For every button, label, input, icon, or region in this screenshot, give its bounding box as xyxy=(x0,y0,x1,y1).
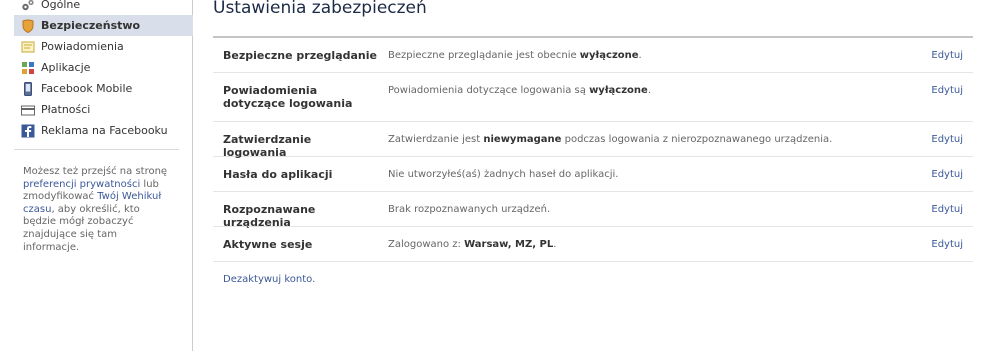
desc-text: Brak rozpoznawanych urządzeń. xyxy=(388,204,551,215)
edit-login-notifications-link[interactable]: Edytuj xyxy=(931,84,963,97)
settings-sidebar: Ogólne Bezpieczeństwo Powiadomienia Apli… xyxy=(0,0,193,351)
payments-icon xyxy=(21,103,35,117)
setting-label: Bezpieczne przeglądanie xyxy=(223,49,377,62)
desc-text: Zatwierdzanie jest xyxy=(388,134,484,145)
sidebar-item-label: Aplikacje xyxy=(41,61,91,74)
setting-label: Aktywne sesje xyxy=(223,238,313,251)
desc-status: niewymagane xyxy=(483,134,562,145)
sidebar-item-label: Ogólne xyxy=(41,0,81,11)
setting-row-secure-browsing: Bezpieczne przeglądanie Bezpieczne przeg… xyxy=(213,38,973,73)
setting-label: Powiadomienia dotyczące logowania xyxy=(223,84,353,110)
setting-description: Powiadomienia dotyczące logowania są wył… xyxy=(388,84,651,97)
setting-description: Zalogowano z: Warsaw, MZ, PL. xyxy=(388,238,556,251)
security-settings-page: Ogólne Bezpieczeństwo Powiadomienia Apli… xyxy=(0,0,993,351)
sidebar-item-label: Facebook Mobile xyxy=(41,82,133,95)
sidebar-privacy-note: Możesz też przejść na stronę preferencji… xyxy=(23,166,173,254)
desc-text: Zalogowano z: xyxy=(388,239,465,250)
setting-row-active-sessions: Aktywne sesje Zalogowano z: Warsaw, MZ, … xyxy=(213,227,973,262)
sidebar-item-facebook-ads[interactable]: Reklama na Facebooku xyxy=(14,120,193,141)
security-settings-table: Bezpieczne przeglądanie Bezpieczne przeg… xyxy=(213,36,973,262)
edit-secure-browsing-link[interactable]: Edytuj xyxy=(931,49,963,62)
setting-row-login-approvals: Zatwierdzanie logowania Zatwierdzanie je… xyxy=(213,122,973,159)
apps-icon xyxy=(21,61,35,75)
gears-icon xyxy=(21,0,35,12)
sidebar-item-facebook-mobile[interactable]: Facebook Mobile xyxy=(14,78,193,99)
setting-description: Bezpieczne przeglądanie jest obecnie wył… xyxy=(388,49,642,62)
desc-status: Warsaw, MZ, PL xyxy=(464,239,554,250)
desc-text: . xyxy=(553,239,557,250)
facebook-ads-icon xyxy=(21,124,35,138)
setting-description: Nie utworzyłeś(aś) żadnych haseł do apli… xyxy=(388,168,618,181)
privacy-preferences-link[interactable]: preferencji prywatności xyxy=(23,179,140,190)
setting-label: Hasła do aplikacji xyxy=(223,168,333,181)
mobile-phone-icon xyxy=(21,81,35,96)
notification-icon xyxy=(21,40,35,54)
edit-active-sessions-link[interactable]: Edytuj xyxy=(931,238,963,251)
deactivate-account-link[interactable]: Dezaktywuj konto. xyxy=(223,274,315,285)
desc-text: Nie utworzyłeś(aś) żadnych haseł do apli… xyxy=(388,169,619,180)
desc-text: . xyxy=(638,50,642,61)
desc-text: Bezpieczne przeglądanie jest obecnie xyxy=(388,50,580,61)
sidebar-item-label: Powiadomienia xyxy=(41,40,124,53)
edit-recognized-devices-link[interactable]: Edytuj xyxy=(931,203,963,216)
sidebar-item-apps[interactable]: Aplikacje xyxy=(14,57,193,78)
settings-nav: Ogólne Bezpieczeństwo Powiadomienia Apli… xyxy=(14,0,193,141)
setting-label: Zatwierdzanie logowania xyxy=(223,133,312,159)
edit-login-approvals-link[interactable]: Edytuj xyxy=(931,133,963,146)
sidebar-divider xyxy=(14,149,179,150)
sidebar-item-notifications[interactable]: Powiadomienia xyxy=(14,36,193,57)
edit-app-passwords-link[interactable]: Edytuj xyxy=(931,168,963,181)
desc-status: wyłączone xyxy=(589,85,648,96)
setting-row-recognized-devices: Rozpoznawane urządzenia Brak rozpoznawan… xyxy=(213,192,973,229)
sidebar-item-label: Płatności xyxy=(41,103,91,116)
note-text: Możesz też przejść na stronę xyxy=(23,166,168,177)
sidebar-item-label: Reklama na Facebooku xyxy=(41,124,168,137)
sidebar-item-label: Bezpieczeństwo xyxy=(41,19,141,32)
shield-icon xyxy=(21,19,35,33)
setting-description: Brak rozpoznawanych urządzeń. xyxy=(388,203,550,216)
desc-text: podczas logowania z nierozpoznawanego ur… xyxy=(561,134,833,145)
page-title: Ustawienia zabezpieczeń xyxy=(213,0,427,18)
setting-label: Rozpoznawane urządzenia xyxy=(223,203,316,229)
setting-description: Zatwierdzanie jest niewymagane podczas l… xyxy=(388,133,832,146)
desc-text: Powiadomienia dotyczące logowania są xyxy=(388,85,590,96)
sidebar-item-payments[interactable]: Płatności xyxy=(14,99,193,120)
setting-row-app-passwords: Hasła do aplikacji Nie utworzyłeś(aś) ża… xyxy=(213,157,973,192)
desc-text: . xyxy=(647,85,651,96)
setting-row-login-notifications: Powiadomienia dotyczące logowania Powiad… xyxy=(213,73,973,122)
sidebar-item-security[interactable]: Bezpieczeństwo xyxy=(14,15,193,36)
sidebar-item-general[interactable]: Ogólne xyxy=(14,0,193,15)
desc-status: wyłączone xyxy=(579,50,639,61)
